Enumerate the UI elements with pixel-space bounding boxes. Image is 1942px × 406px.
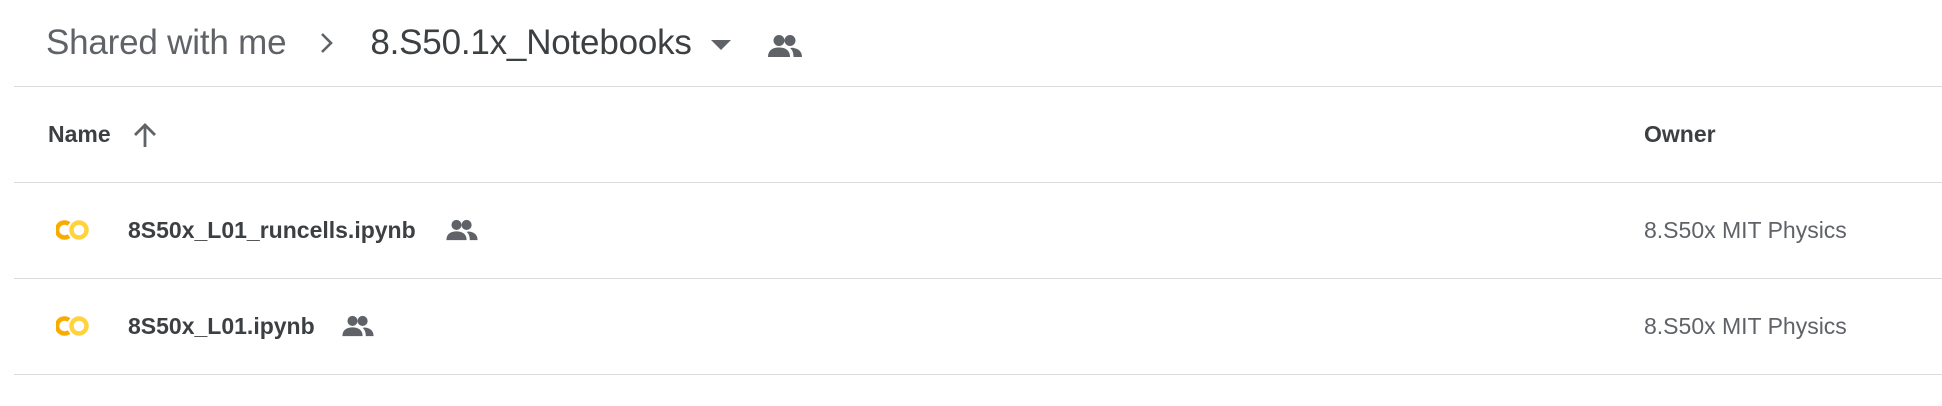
breadcrumb: Shared with me 8.S50.1x_Notebooks xyxy=(46,0,1926,86)
colab-icon xyxy=(54,315,90,337)
file-name: 8S50x_L01.ipynb xyxy=(128,313,315,339)
people-icon xyxy=(767,34,802,58)
arrow-up-icon[interactable] xyxy=(133,122,157,148)
people-icon xyxy=(446,219,478,241)
breadcrumb-current-folder[interactable]: 8.S50.1x_Notebooks xyxy=(370,23,731,63)
file-row[interactable]: 8S50x_L01_runcells.ipynb 8.S50x MIT Phys… xyxy=(14,183,1942,279)
colab-icon xyxy=(54,219,90,241)
file-name: 8S50x_L01_runcells.ipynb xyxy=(128,217,416,243)
file-list: 8S50x_L01_runcells.ipynb 8.S50x MIT Phys… xyxy=(14,183,1942,375)
column-header-name[interactable]: Name xyxy=(48,121,157,148)
file-row[interactable]: 8S50x_L01.ipynb 8.S50x MIT Physics xyxy=(14,279,1942,375)
people-icon xyxy=(342,315,374,337)
column-header-owner[interactable]: Owner xyxy=(1644,121,1716,148)
chevron-right-icon xyxy=(312,28,342,58)
current-folder-label: 8.S50.1x_Notebooks xyxy=(370,23,692,62)
file-owner: 8.S50x MIT Physics xyxy=(1644,217,1847,243)
column-header-name-label: Name xyxy=(48,121,111,147)
breadcrumb-shared-with-me[interactable]: Shared with me xyxy=(46,23,287,63)
file-owner: 8.S50x MIT Physics xyxy=(1644,313,1847,339)
caret-down-icon[interactable] xyxy=(710,39,732,51)
table-header: Name Owner xyxy=(14,87,1942,183)
